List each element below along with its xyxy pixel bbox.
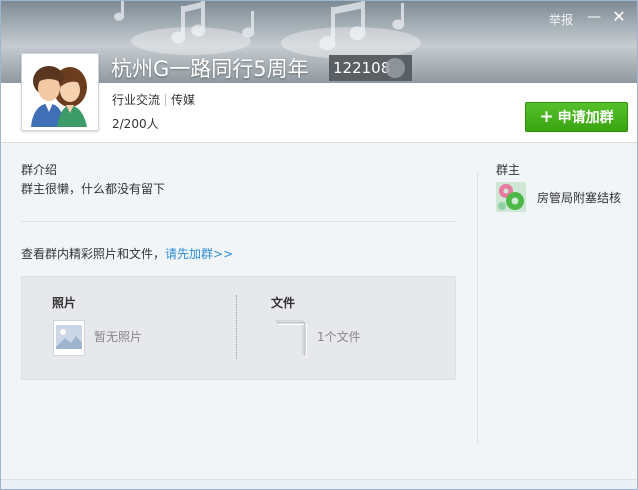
photo-placeholder-icon: [53, 320, 85, 356]
view-content-text: 查看群内精彩照片和文件，: [21, 247, 166, 261]
tag-industry[interactable]: 行业交流: [112, 93, 160, 107]
close-button[interactable]: ✕: [610, 8, 628, 26]
join-group-button[interactable]: + 申请加群: [525, 102, 628, 132]
tag-media[interactable]: 传媒: [171, 93, 195, 107]
group-name: 杭州G一路同行5周年: [111, 57, 309, 81]
files-title[interactable]: 文件: [271, 294, 295, 311]
owner-title: 群主: [496, 163, 521, 177]
owner-name[interactable]: 房管局附塞结核: [537, 189, 621, 206]
tag-separator: [165, 94, 167, 106]
couple-avatar-icon: [25, 57, 95, 127]
donut-avatar-icon: [496, 182, 526, 212]
intro-text: 群主很懒，什么都没有留下: [21, 182, 166, 196]
column-divider: [477, 173, 478, 443]
group-tags: 行业交流 传媒: [112, 91, 195, 108]
intro-title: 群介绍: [21, 163, 58, 177]
group-info-window: 举报 — ✕ 杭州G一路同行5周年 122108 行业交流 传媒 2/200人 …: [0, 0, 638, 490]
bottom-strip: [1, 479, 637, 489]
files-count: 1个文件: [317, 330, 361, 344]
group-avatar: [21, 53, 99, 131]
join-first-link[interactable]: 请先加群>>: [165, 247, 233, 261]
section-divider: [21, 221, 457, 222]
owner-avatar[interactable]: [496, 182, 526, 212]
plus-icon: +: [539, 107, 554, 127]
file-stack-icon: [275, 320, 307, 357]
group-id-mask: [385, 58, 405, 78]
photos-title[interactable]: 照片: [52, 294, 76, 311]
view-content-line: 查看群内精彩照片和文件，请先加群>>: [21, 245, 233, 262]
minimize-button[interactable]: —: [585, 8, 603, 26]
join-group-label: 申请加群: [557, 110, 614, 126]
panel-divider: [236, 295, 237, 359]
member-count: 2/200人: [112, 117, 159, 131]
media-panel: 照片 暂无照片 文件 1个文件: [21, 276, 456, 380]
photos-empty-text: 暂无照片: [94, 330, 143, 344]
report-link[interactable]: 举报: [549, 11, 573, 28]
